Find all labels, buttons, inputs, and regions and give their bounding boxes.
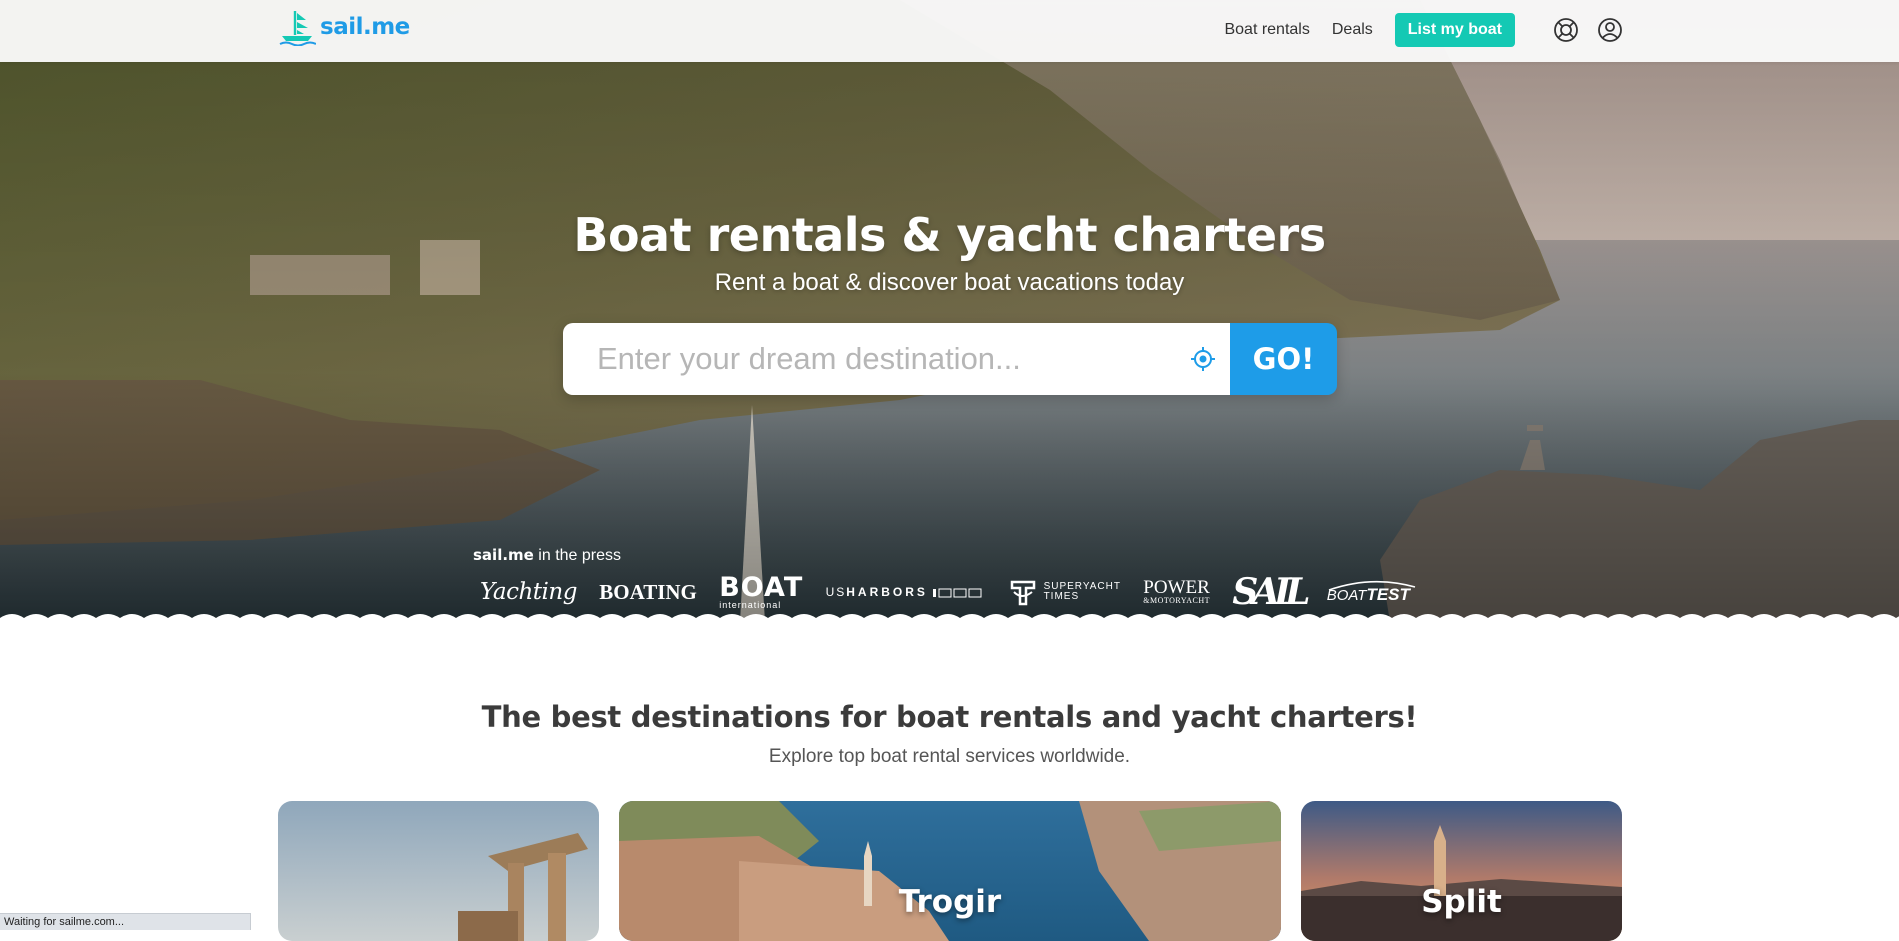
destination-card-image	[278, 801, 599, 941]
press-logo-boating[interactable]: BOATING	[599, 580, 697, 605]
motoryacht-word: &MOTORYACHT	[1143, 597, 1210, 605]
list-my-boat-button[interactable]: List my boat	[1395, 13, 1515, 47]
press-logos: Yachting BOATING BOAT international USHA…	[480, 572, 1410, 612]
hero-background-image	[0, 0, 1899, 622]
superyacht-times-icon	[1008, 578, 1038, 606]
press-logo-sail[interactable]: SAIL	[1232, 571, 1304, 613]
search-box	[563, 323, 1230, 395]
press-logo-yachting[interactable]: Yachting	[480, 579, 577, 605]
sailboat-logo-icon	[278, 8, 316, 46]
destinations-subtitle: Explore top boat rental services worldwi…	[0, 746, 1899, 768]
press-label-text: in the press	[534, 547, 621, 564]
go-button[interactable]: GO!	[1230, 323, 1337, 395]
times-word: TIMES	[1044, 591, 1080, 602]
trogir-card-title: Trogir	[619, 884, 1281, 920]
nav-deals[interactable]: Deals	[1332, 21, 1373, 39]
press-logo-usharbors[interactable]: USHARBORS	[826, 585, 986, 599]
boattest-swoosh-icon	[1327, 579, 1417, 591]
press-logo-boat-international[interactable]: BOAT international	[719, 574, 803, 610]
locate-me-icon[interactable]	[1190, 346, 1216, 372]
split-card-image	[1301, 801, 1622, 941]
main-nav: Boat rentals Deals List my boat	[1224, 12, 1623, 48]
usharbors-us: US	[826, 585, 847, 599]
help-button[interactable]	[1553, 17, 1579, 43]
account-button[interactable]	[1597, 17, 1623, 43]
split-card-title: Split	[1301, 884, 1622, 920]
press-logo-power-motoryacht[interactable]: POWER &MOTORYACHT	[1143, 579, 1210, 605]
hero-title: Boat rentals & yacht charters	[0, 208, 1899, 262]
hero-section: Boat rentals & yacht charters Rent a boa…	[0, 0, 1899, 622]
destination-search-input[interactable]	[595, 340, 1190, 378]
press-logo-boattest[interactable]: BOATTEST	[1327, 579, 1410, 605]
usharbors-name: HARBORS	[846, 585, 928, 599]
browser-status-bar: Waiting for sailme.com...	[0, 913, 251, 930]
usharbors-mark-icon	[933, 588, 985, 598]
power-word: POWER	[1143, 577, 1210, 598]
destination-card[interactable]	[278, 801, 599, 941]
destinations-title: The best destinations for boat rentals a…	[0, 700, 1899, 734]
superyacht-times-text: SUPERYACHTTIMES	[1044, 582, 1121, 603]
boat-intl-subtitle: international	[719, 601, 781, 610]
press-logo-superyacht-times[interactable]: SUPERYACHTTIMES	[1008, 578, 1121, 606]
destination-search: GO!	[563, 323, 1337, 395]
hero-subtitle: Rent a boat & discover boat vacations to…	[0, 269, 1899, 297]
destination-card-split[interactable]: Split	[1301, 801, 1622, 941]
superyacht-word: SUPERYACHT	[1044, 581, 1121, 592]
sailme-logo[interactable]: sail.me	[278, 8, 410, 46]
user-icon	[1597, 17, 1623, 43]
press-label: sail.me in the press	[473, 546, 621, 565]
boat-intl-title: BOAT	[719, 574, 803, 601]
press-brand: sail.me	[473, 546, 534, 564]
nav-boat-rentals[interactable]: Boat rentals	[1224, 21, 1309, 39]
trogir-card-image	[619, 801, 1281, 941]
destination-card-trogir[interactable]: Trogir	[619, 801, 1281, 941]
lifebuoy-icon	[1553, 17, 1579, 43]
top-navbar: sail.me Boat rentals Deals List my boat	[0, 0, 1899, 62]
logo-text: sail.me	[320, 14, 410, 40]
wave-divider	[0, 610, 1899, 622]
